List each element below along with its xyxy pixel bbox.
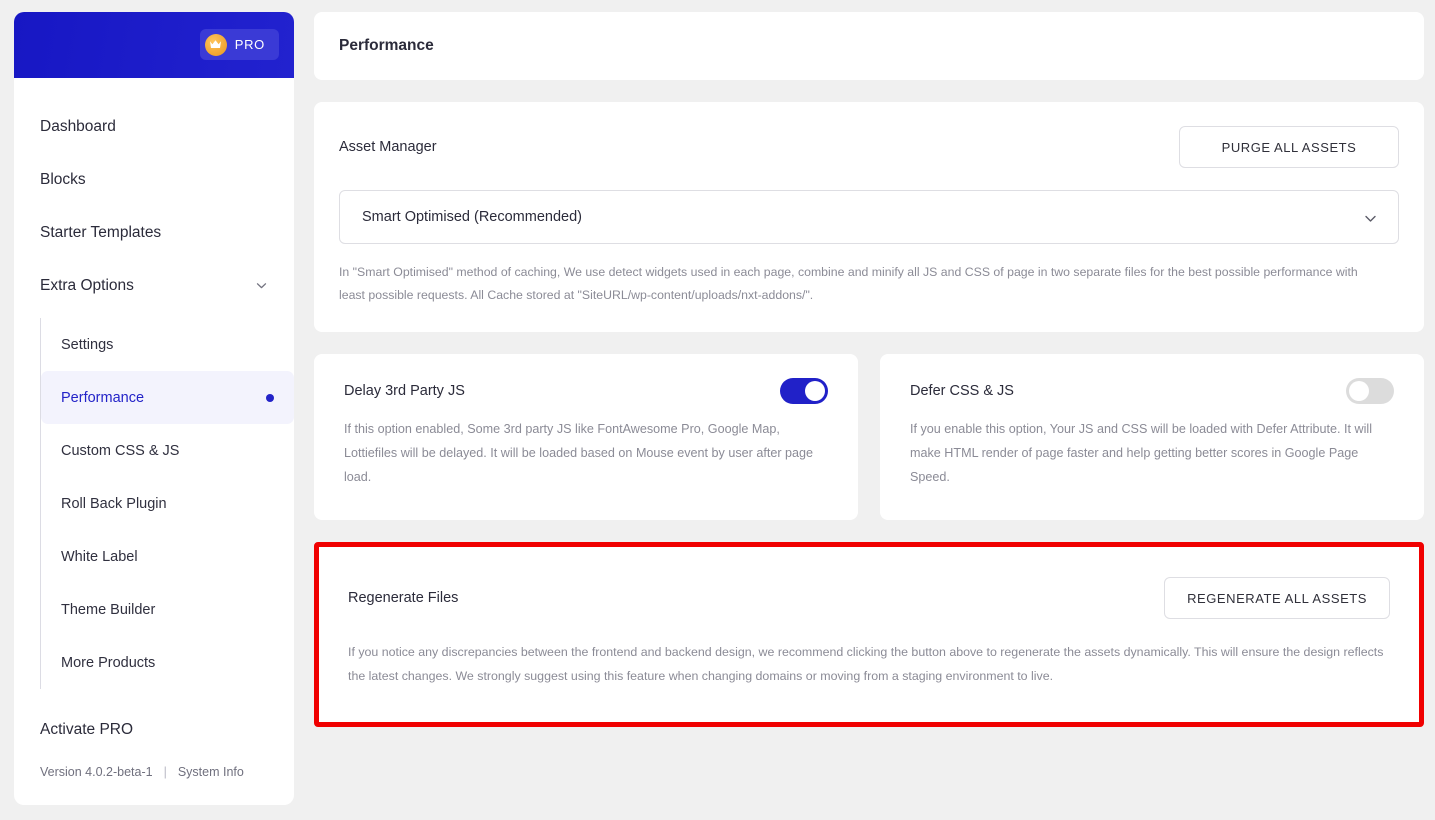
sidebar-item-blocks[interactable]: Blocks [14, 153, 294, 206]
sidebar-item-label: Starter Templates [40, 223, 162, 241]
sidebar-item-label: Custom CSS & JS [61, 442, 180, 459]
asset-manager-card: Asset Manager PURGE ALL ASSETS Smart Opt… [314, 102, 1424, 333]
sidebar-footer: Activate PRO Version 4.0.2-beta-1 | Syst… [14, 721, 294, 805]
defer-css-js-label: Defer CSS & JS [910, 383, 1014, 400]
active-indicator-dot [266, 393, 274, 402]
version-row: Version 4.0.2-beta-1 | System Info [40, 765, 268, 779]
chevron-down-icon [255, 279, 268, 292]
sidebar-item-more-products[interactable]: More Products [41, 636, 294, 689]
sidebar-nav: Dashboard Blocks Starter Templates Extra… [14, 78, 294, 721]
toggle-knob [805, 381, 825, 402]
asset-manager-label: Asset Manager [339, 139, 437, 155]
version-separator: | [163, 765, 167, 779]
regenerate-files-description: If you notice any discrepancies between … [348, 645, 1384, 683]
sidebar-item-label: Settings [61, 336, 114, 353]
regenerate-files-label: Regenerate Files [348, 590, 459, 607]
page-title-card: Performance [314, 12, 1424, 80]
defer-css-js-header: Defer CSS & JS [910, 378, 1394, 405]
sidebar-item-label: Roll Back Plugin [61, 495, 167, 512]
toggle-cards-row: Delay 3rd Party JS If this option enable… [314, 354, 1424, 521]
caching-method-select[interactable]: Smart Optimised (Recommended) [339, 190, 1399, 244]
delay-3rd-party-js-label: Delay 3rd Party JS [344, 383, 465, 400]
regenerate-files-card: Regenerate Files REGENERATE ALL ASSETS I… [323, 551, 1415, 719]
sidebar-group-label: Extra Options [40, 276, 134, 294]
page-title: Performance [339, 37, 434, 54]
caching-method-selected-value: Smart Optimised (Recommended) [362, 209, 582, 225]
sidebar: PRO Dashboard Blocks Starter Templates E… [14, 12, 294, 805]
delay-3rd-party-js-card: Delay 3rd Party JS If this option enable… [314, 354, 858, 521]
sidebar-item-dashboard[interactable]: Dashboard [14, 100, 294, 153]
version-label: Version 4.0.2-beta-1 [40, 765, 153, 779]
delay-3rd-party-js-toggle[interactable] [780, 378, 828, 405]
regenerate-files-header: Regenerate Files REGENERATE ALL ASSETS [348, 577, 1390, 620]
delay-3rd-party-js-description: If this option enabled, Some 3rd party J… [344, 422, 814, 485]
sidebar-submenu: Settings Performance Custom CSS & JS Rol… [40, 318, 294, 689]
purge-all-assets-button[interactable]: PURGE ALL ASSETS [1179, 126, 1399, 168]
sidebar-item-white-label[interactable]: White Label [41, 530, 294, 583]
toggle-knob [1349, 381, 1369, 402]
sidebar-item-settings[interactable]: Settings [41, 318, 294, 371]
sidebar-item-label: Performance [61, 389, 145, 406]
sidebar-item-custom-css-js[interactable]: Custom CSS & JS [41, 424, 294, 477]
chevron-down-icon [1363, 211, 1376, 224]
defer-css-js-description: If you enable this option, Your JS and C… [910, 422, 1373, 485]
sidebar-item-performance[interactable]: Performance [41, 371, 294, 424]
pro-badge[interactable]: PRO [199, 29, 279, 60]
defer-css-js-toggle[interactable] [1346, 378, 1394, 405]
delay-3rd-party-js-header: Delay 3rd Party JS [344, 378, 828, 405]
sidebar-group-extra-options[interactable]: Extra Options [14, 259, 294, 312]
asset-manager-header: Asset Manager PURGE ALL ASSETS [339, 126, 1399, 168]
sidebar-item-label: Blocks [40, 170, 86, 188]
sidebar-item-label: White Label [61, 548, 138, 565]
pro-badge-label: PRO [234, 37, 265, 52]
defer-css-js-card: Defer CSS & JS If you enable this option… [880, 354, 1424, 521]
sidebar-item-label: Dashboard [40, 117, 116, 135]
main-content: Performance Asset Manager PURGE ALL ASSE… [314, 12, 1424, 805]
app-root: PRO Dashboard Blocks Starter Templates E… [0, 0, 1435, 820]
sidebar-item-label: Theme Builder [61, 601, 156, 618]
sidebar-item-theme-builder[interactable]: Theme Builder [41, 583, 294, 636]
crown-icon [204, 33, 227, 56]
regenerate-highlight-annotation: Regenerate Files REGENERATE ALL ASSETS I… [314, 542, 1424, 728]
sidebar-header: PRO [14, 12, 294, 78]
system-info-link[interactable]: System Info [178, 765, 244, 779]
activate-pro-link[interactable]: Activate PRO [40, 721, 268, 739]
sidebar-item-starter-templates[interactable]: Starter Templates [14, 206, 294, 259]
sidebar-item-label: More Products [61, 654, 156, 671]
regenerate-all-assets-button[interactable]: REGENERATE ALL ASSETS [1164, 577, 1390, 620]
asset-manager-description: In "Smart Optimised" method of caching, … [339, 265, 1358, 302]
sidebar-item-roll-back-plugin[interactable]: Roll Back Plugin [41, 477, 294, 530]
